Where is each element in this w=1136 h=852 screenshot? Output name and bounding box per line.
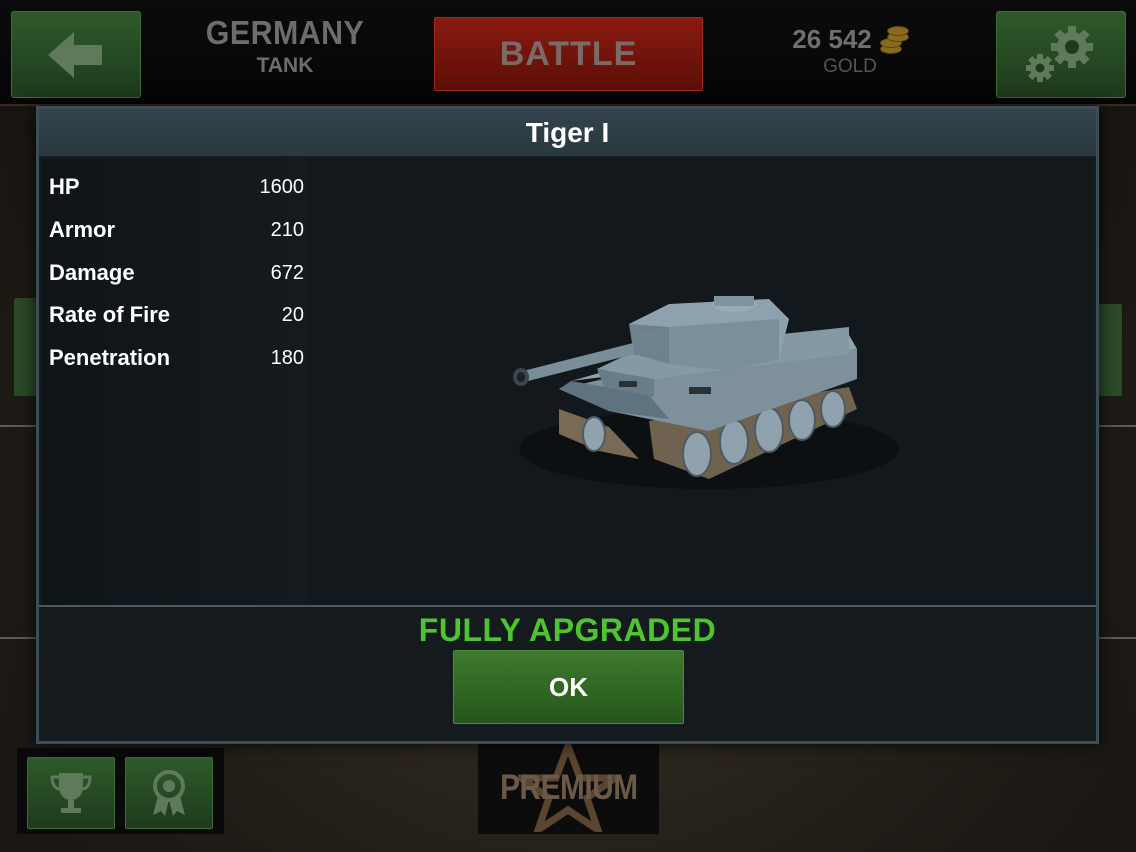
arrow-left-icon [48,31,102,78]
stat-row-armor: Armor 210 [49,215,304,245]
stat-value: 210 [270,218,304,241]
stat-value: 1600 [259,175,305,198]
coin-stack-icon [878,25,909,54]
trophy-icon [50,773,92,813]
tank-info-dialog: Tiger I HP 1600 Armor 210 Damage 672 Rat… [36,106,1099,744]
dialog-title: Tiger I [39,109,1096,157]
gears-icon [1026,26,1093,82]
tank-model-image [513,296,899,489]
stat-value: 180 [270,346,304,369]
stat-label: Penetration [49,345,171,370]
stat-label: HP [49,174,80,199]
vehicle-category: TANK [256,54,314,77]
settings-button[interactable] [996,11,1126,98]
premium-label: PREMIUM [499,768,638,807]
gold-amount-row: 26 542 [780,24,920,55]
tank-preview[interactable] [309,159,1093,605]
stat-value: 20 [281,303,304,326]
upgrade-status: FULLY APGRADED [418,612,717,648]
stat-label: Damage [49,260,135,285]
dialog-divider [39,605,1096,607]
trophy-button[interactable] [27,757,115,829]
gold-display: 26 542 GOLD [780,24,920,78]
battle-button[interactable]: BATTLE [434,17,703,91]
gold-amount: 26 542 [792,24,872,54]
achievements-button[interactable] [125,757,213,829]
dialog-body: HP 1600 Armor 210 Damage 672 Rate of Fir… [42,159,1093,605]
stat-value: 672 [270,261,304,284]
top-bar: GERMANY TANK BATTLE 26 542 GOLD [0,0,1136,106]
stat-label: Rate of Fire [49,302,171,327]
stat-row-rate-of-fire: Rate of Fire 20 [49,300,304,330]
side-card-right [1098,304,1122,396]
country-label: GERMANY TANK [190,14,380,78]
country-name: GERMANY [205,14,365,51]
stat-row-hp: HP 1600 [49,172,304,202]
stat-row-damage: Damage 672 [49,258,304,288]
premium-panel[interactable]: PREMIUM [478,742,659,834]
bottom-left-panel [17,748,224,834]
stats-panel: HP 1600 Armor 210 Damage 672 Rate of Fir… [42,159,309,605]
back-button[interactable] [11,11,141,98]
stat-label: Armor [49,217,116,242]
medal-icon [153,770,185,816]
ok-button[interactable]: OK [453,650,684,724]
gold-label: GOLD [823,56,877,77]
stat-row-penetration: Penetration 180 [49,343,304,373]
